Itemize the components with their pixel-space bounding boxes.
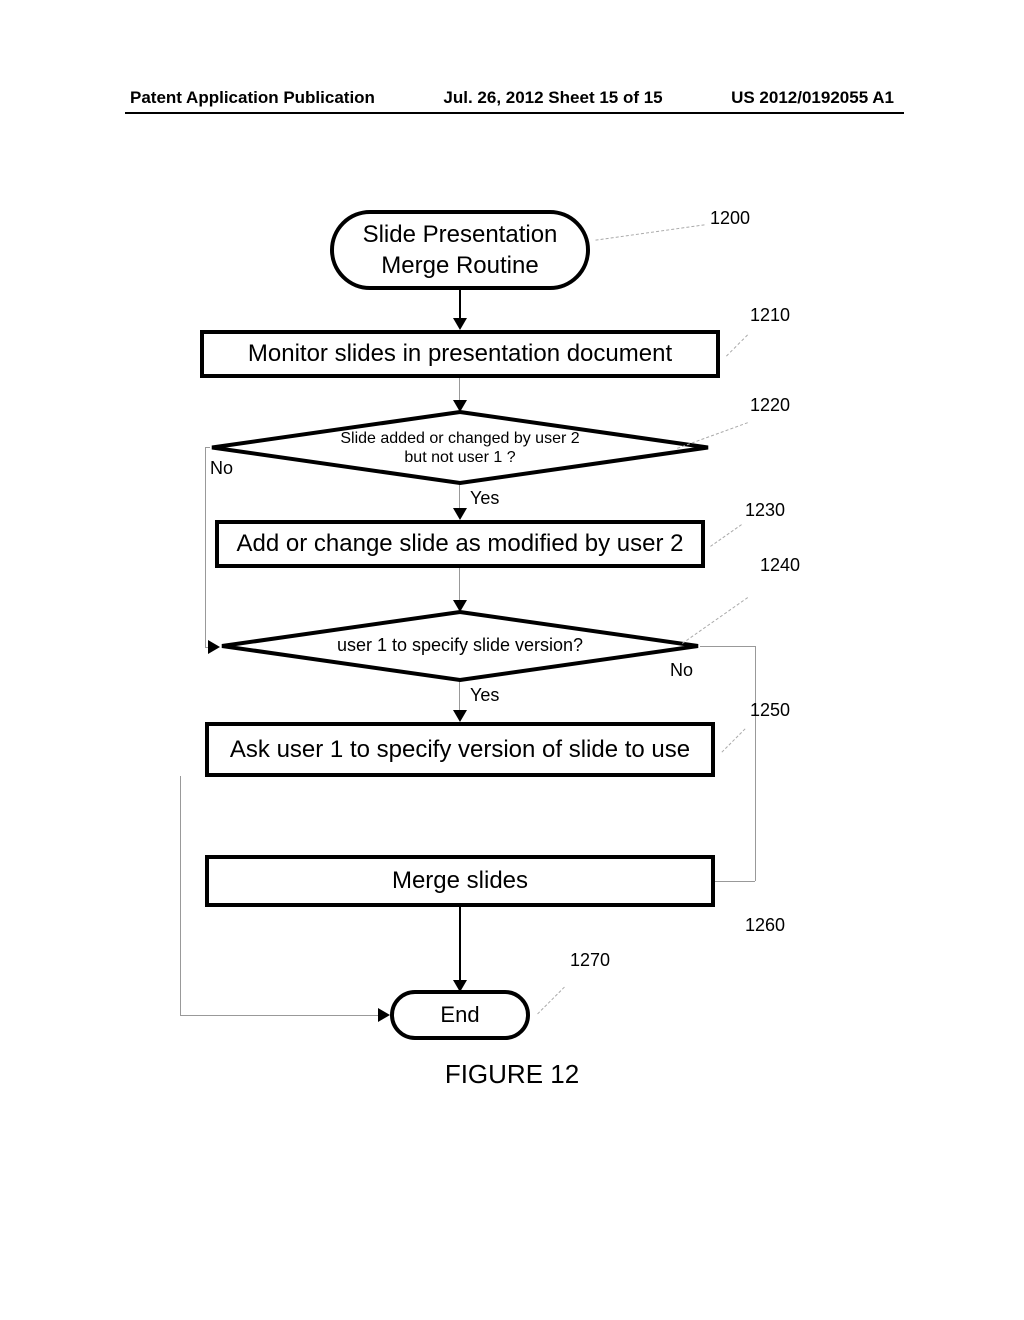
ref-1260: 1260 — [745, 915, 785, 936]
process-ask-user: Ask user 1 to specify version of slide t… — [205, 722, 715, 777]
decision1-line2: but not user 1 ? — [210, 448, 710, 467]
ref-1200: 1200 — [710, 208, 750, 229]
decision-specify-version: user 1 to specify slide version? — [220, 610, 700, 682]
label-yes-2: Yes — [470, 685, 499, 706]
header-divider — [125, 112, 904, 114]
leader-1200 — [595, 224, 704, 240]
header-date-sheet: Jul. 26, 2012 Sheet 15 of 15 — [443, 88, 662, 108]
leader-1230 — [710, 524, 742, 547]
leader-1270 — [537, 987, 565, 1015]
terminator-start: Slide Presentation Merge Routine — [330, 210, 590, 290]
terminator-end: End — [390, 990, 530, 1040]
ref-1270: 1270 — [570, 950, 610, 971]
leader-1250 — [721, 728, 745, 752]
ref-1220: 1220 — [750, 395, 790, 416]
label-no-1: No — [210, 458, 233, 479]
flowchart: Slide Presentation Merge Routine 1200 Mo… — [120, 200, 910, 1120]
decision2-text: user 1 to specify slide version? — [220, 635, 700, 657]
header-publication: Patent Application Publication — [130, 88, 375, 108]
process-monitor: Monitor slides in presentation document — [200, 330, 720, 378]
ref-1240: 1240 — [760, 555, 800, 576]
process-merge: Merge slides — [205, 855, 715, 907]
decision1-line1: Slide added or changed by user 2 — [210, 428, 710, 447]
process-add-change: Add or change slide as modified by user … — [215, 520, 705, 568]
ref-1230: 1230 — [745, 500, 785, 521]
figure-caption: FIGURE 12 — [0, 1059, 1024, 1090]
header-pubnum: US 2012/0192055 A1 — [731, 88, 894, 108]
leader-1210 — [726, 335, 748, 357]
decision-slide-changed: Slide added or changed by user 2 but not… — [210, 410, 710, 485]
label-no-2: No — [670, 660, 693, 681]
label-yes-1: Yes — [470, 488, 499, 509]
ref-1210: 1210 — [750, 305, 790, 326]
ref-1250: 1250 — [750, 700, 790, 721]
